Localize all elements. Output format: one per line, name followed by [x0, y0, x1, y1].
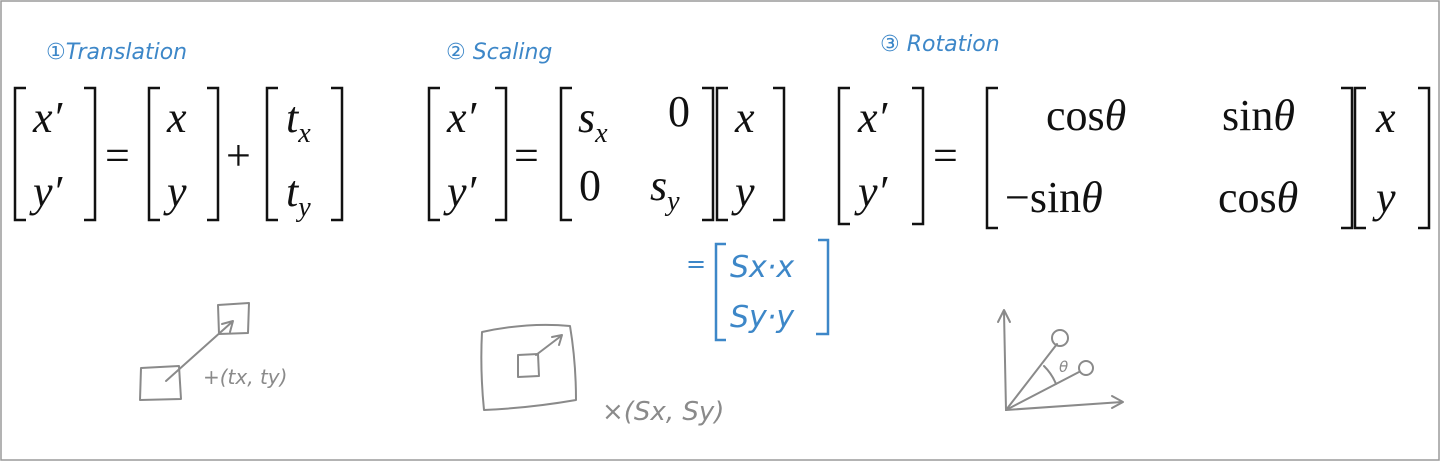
rotation-m12: sinθ: [1222, 91, 1295, 140]
bracket-left: [715, 86, 728, 222]
sketch-square-start: [139, 365, 182, 401]
translation-ty: ty: [286, 167, 311, 223]
rotation-equals: =: [933, 131, 958, 180]
bracket-left: [13, 86, 26, 222]
scaling-lhs-x: x′: [446, 93, 478, 142]
translation-lhs-y: y′: [29, 167, 64, 216]
bracket-left: [714, 242, 726, 342]
scaling-sx: sx: [578, 93, 608, 149]
bracket-right: [773, 86, 786, 222]
bracket-right: [702, 86, 715, 222]
scaling-result-equals: =: [686, 250, 706, 278]
heading-scaling: ② Scaling: [446, 40, 552, 65]
sketch-inner-square: [517, 353, 540, 378]
translation-plus: +: [226, 131, 251, 180]
scaling-sketch: [480, 323, 577, 411]
translation-annotation: +(tx, ty): [203, 365, 287, 389]
scaling-equals: =: [514, 131, 539, 180]
bracket-right: [816, 238, 830, 336]
rotation-equation: [837, 86, 1431, 230]
bracket-left: [147, 86, 160, 222]
heading-translation: ①Translation: [46, 40, 187, 65]
bracket-left: [427, 86, 440, 222]
translation-tx: tx: [286, 93, 311, 149]
page-border: [0, 0, 1440, 461]
sketch-ray-upper: [1005, 343, 1058, 411]
sketch-y-axis: [1003, 311, 1007, 411]
scaling-zero-top: 0: [668, 87, 690, 136]
scaling-equation: [427, 86, 786, 222]
bracket-right: [1418, 86, 1431, 230]
bracket-right: [207, 86, 220, 222]
rotation-sketch-theta: θ: [1059, 358, 1068, 376]
heading-rotation: ③ Rotation: [880, 32, 1000, 57]
scaling-vec-x: x: [734, 93, 755, 142]
rotation-lhs-y: y′: [854, 167, 889, 216]
bracket-right: [331, 86, 344, 222]
sketch-angle-arc: [1043, 365, 1057, 385]
translation-lhs-x: x′: [32, 93, 64, 142]
scaling-result: = Sx·x Sy·y: [686, 238, 830, 342]
bracket-right: [912, 86, 925, 226]
scaling-zero-bottom: 0: [579, 161, 601, 210]
translation-equals: =: [105, 131, 130, 180]
scaling-vec-y: y: [731, 167, 755, 216]
scaling-lhs-y: y′: [443, 167, 478, 216]
scaling-annotation: ×(Sx, Sy): [602, 397, 724, 427]
bracket-left: [1353, 86, 1366, 230]
rotation-m22: cosθ: [1218, 173, 1298, 222]
sketch-x-axis: [1005, 401, 1123, 411]
sketch-circle-lower: [1078, 360, 1094, 376]
bracket-right: [1341, 86, 1354, 230]
scaling-result-row2: Sy·y: [730, 300, 795, 335]
rotation-m21: −sinθ: [1005, 173, 1103, 222]
translation-vec-y: y: [163, 167, 187, 216]
bracket-left: [837, 86, 850, 226]
rotation-m11: cosθ: [1046, 91, 1126, 140]
sketch-circle-upper: [1051, 329, 1069, 347]
bracket-right: [495, 86, 508, 222]
sketch-ray-lower: [1005, 371, 1080, 411]
bracket-left: [985, 86, 998, 230]
bracket-left: [265, 86, 278, 222]
rotation-lhs-x: x′: [857, 93, 889, 142]
bracket-left: [559, 86, 572, 222]
bracket-right: [84, 86, 97, 222]
transformations-diagram: ①Translation ② Scaling ③ Rotation x′ y′ …: [0, 0, 1440, 461]
rotation-vec-y: y: [1372, 173, 1396, 222]
rotation-vec-x: x: [1375, 93, 1396, 142]
scaling-sy: sy: [650, 161, 680, 217]
sketch-arrow-line: [535, 335, 562, 356]
translation-vec-x: x: [166, 93, 187, 142]
scaling-result-row1: Sx·x: [730, 250, 794, 285]
